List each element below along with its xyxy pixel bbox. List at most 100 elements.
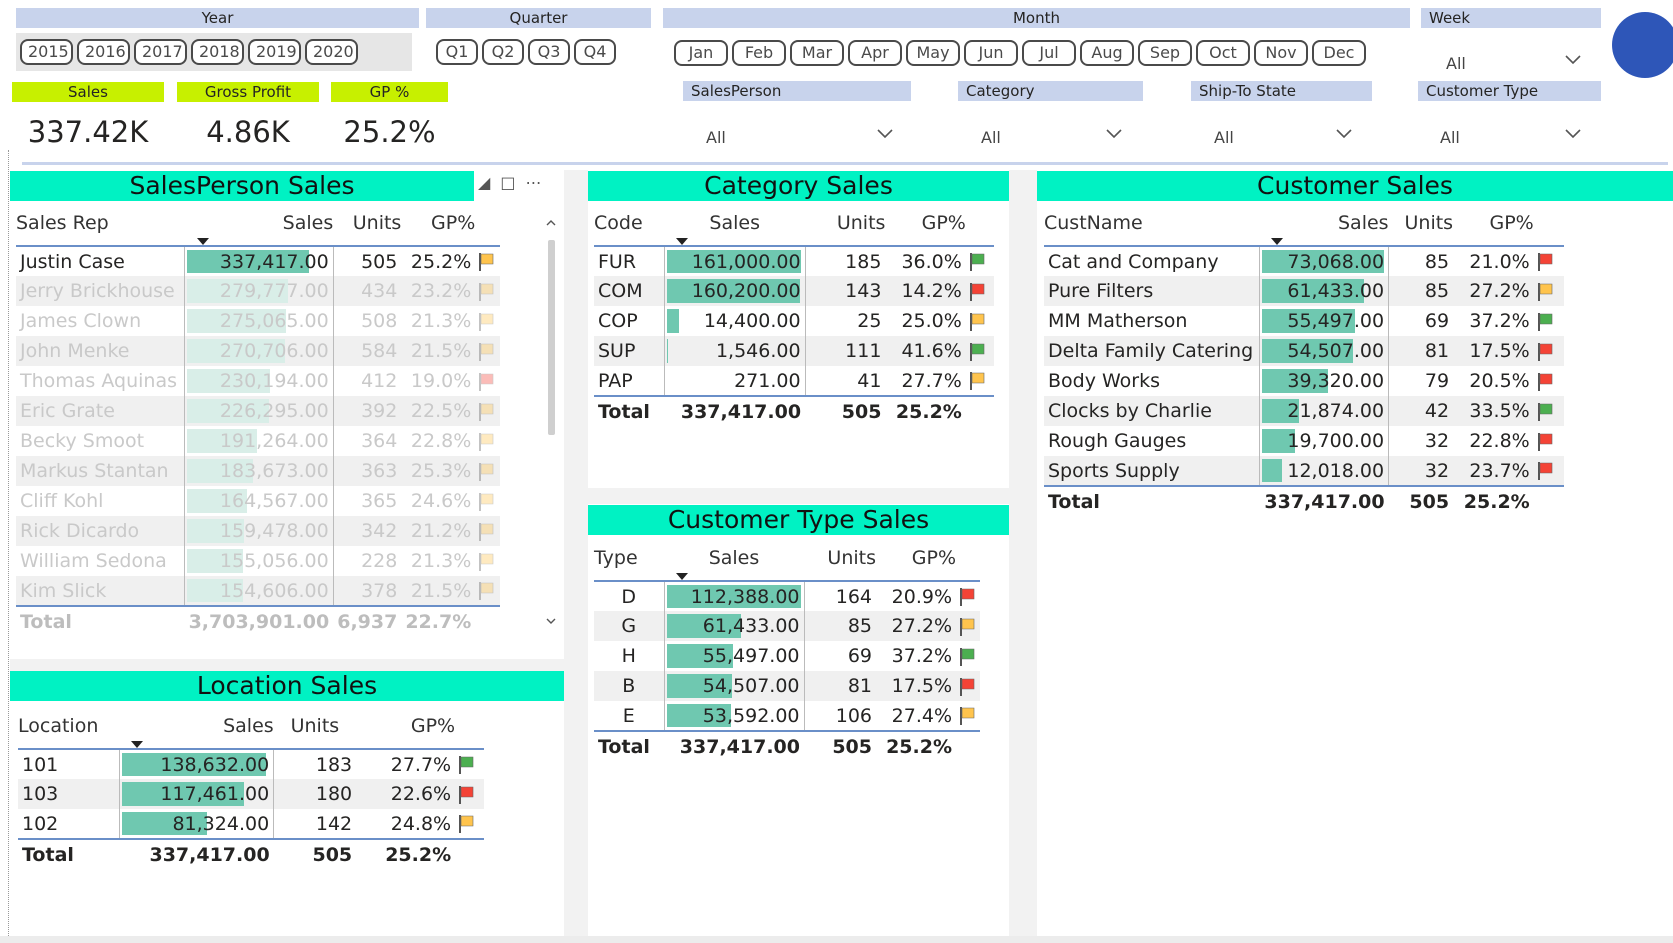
avatar[interactable] [1612,12,1673,78]
table-row[interactable]: Kim Slick 154,606.00 378 21.5% [16,576,500,606]
table-row[interactable]: Becky Smoot 191,264.00 364 22.8% [16,426,500,456]
table-row[interactable]: Cliff Kohl 164,567.00 365 24.6% [16,486,500,516]
table-row[interactable]: B 54,507.00 81 17.5% [594,671,980,701]
gp-flag [1533,456,1564,486]
column-header-units[interactable]: Units [805,206,886,246]
table-row[interactable]: Delta Family Catering 54,507.00 81 17.5% [1044,336,1564,366]
month-button-mar[interactable]: Mar [790,40,844,66]
column-header-gp-[interactable]: GP% [356,709,455,749]
scroll-down-icon[interactable] [544,614,558,628]
column-header-units[interactable]: Units [1389,206,1454,246]
column-header-sales[interactable]: Sales [664,206,805,246]
column-header-units[interactable]: Units [333,206,402,246]
month-button-may[interactable]: May [906,40,960,66]
quarter-button-q2[interactable]: Q2 [482,39,524,65]
column-header-gp-[interactable]: GP% [876,541,956,581]
year-button-2017[interactable]: 2017 [134,39,187,65]
sort-desc-icon[interactable] [131,741,144,748]
table-row[interactable]: MM Matherson 55,497.00 69 37.2% [1044,306,1564,336]
column-header-sales[interactable]: Sales [1259,206,1389,246]
column-header-sales[interactable]: Sales [119,709,274,749]
quarter-button-q4[interactable]: Q4 [574,39,616,65]
column-header-location[interactable]: Location [18,709,119,749]
table-row[interactable]: Clocks by Charlie 21,874.00 42 33.5% [1044,396,1564,426]
table-row[interactable]: COP 14,400.00 25 25.0% [594,306,994,336]
table-row[interactable]: G 61,433.00 85 27.2% [594,611,980,641]
table-row[interactable]: H 55,497.00 69 37.2% [594,641,980,671]
table-row[interactable]: Jerry Brickhouse 279,777.00 434 23.2% [16,276,500,306]
scrollbar-thumb[interactable] [548,240,555,435]
table-row[interactable]: Rick Dicardo 159,478.00 342 21.2% [16,516,500,546]
column-header-gp-[interactable]: GP% [1453,206,1533,246]
month-button-jul[interactable]: Jul [1022,40,1076,66]
table-row[interactable]: Sports Supply 12,018.00 32 23.7% [1044,456,1564,486]
month-button-jun[interactable]: Jun [964,40,1018,66]
month-button-apr[interactable]: Apr [848,40,902,66]
column-header-type[interactable]: Type [594,541,664,581]
yellow-flag-icon [459,815,474,833]
table-row[interactable]: Pure Filters 61,433.00 85 27.2% [1044,276,1564,306]
sort-desc-icon[interactable] [676,238,689,245]
sales-cell: 54,507.00 [1258,336,1390,366]
table-row[interactable]: Rough Gauges 19,700.00 32 22.8% [1044,426,1564,456]
table-row[interactable]: 103 117,461.00 180 22.6% [18,779,484,809]
month-button-dec[interactable]: Dec [1312,40,1366,66]
quarter-button-q3[interactable]: Q3 [528,39,570,65]
chevron-down-icon [1565,55,1581,65]
table-row[interactable]: James Clown 275,065.00 508 21.3% [16,306,500,336]
table-row[interactable]: E 53,592.00 106 27.4% [594,701,980,731]
column-header-units[interactable]: Units [804,541,876,581]
ship-to-state-dropdown[interactable]: All [1214,124,1353,152]
quarter-button-q1[interactable]: Q1 [436,39,478,65]
month-button-aug[interactable]: Aug [1080,40,1134,66]
gp-flag [1534,366,1564,396]
more-options-icon[interactable]: ⋯ [525,173,541,192]
filter-icon[interactable]: ◢ [478,173,490,192]
table-row[interactable]: Justin Case 337,417.00 505 25.2% [16,246,500,276]
month-button-oct[interactable]: Oct [1196,40,1250,66]
table-row[interactable]: FUR 161,000.00 185 36.0% [594,246,994,276]
year-button-2016[interactable]: 2016 [77,39,130,65]
customer-type-dropdown[interactable]: All [1440,124,1582,152]
table-row[interactable]: PAP 271.00 41 27.7% [594,366,994,396]
column-header-sales[interactable]: Sales [185,206,333,246]
focus-mode-icon[interactable]: □ [500,173,515,192]
sales-cell: 161,000.00 [663,246,806,276]
table-row[interactable]: SUP 1,546.00 111 41.6% [594,336,994,366]
table-row[interactable]: Body Works 39,320.00 79 20.5% [1044,366,1564,396]
month-button-jan[interactable]: Jan [674,40,728,66]
year-button-2019[interactable]: 2019 [248,39,301,65]
sort-desc-icon[interactable] [676,573,688,580]
table-row[interactable]: 101 138,632.00 183 27.7% [18,749,484,779]
yellow-flag-icon [479,312,494,331]
table-row[interactable]: 102 81,324.00 142 24.8% [18,809,484,839]
table-row[interactable]: Eric Grate 226,295.00 392 22.5% [16,396,500,426]
year-button-2015[interactable]: 2015 [20,39,73,65]
table-row[interactable]: Thomas Aquinas 230,194.00 412 19.0% [16,366,500,396]
scroll-up-icon[interactable] [544,216,558,230]
table-row[interactable]: Markus Stantan 183,673.00 363 25.3% [16,456,500,486]
column-header-units[interactable]: Units [274,709,356,749]
table-row[interactable]: D 112,388.00 164 20.9% [594,581,980,611]
column-header-gp-[interactable]: GP% [401,206,475,246]
salesperson-dropdown[interactable]: All [706,124,894,152]
month-button-feb[interactable]: Feb [732,40,786,66]
month-button-sep[interactable]: Sep [1138,40,1192,66]
table-row[interactable]: COM 160,200.00 143 14.2% [594,276,994,306]
column-header-sales[interactable]: Sales [664,541,804,581]
column-header-custname[interactable]: CustName [1044,206,1259,246]
year-button-2018[interactable]: 2018 [191,39,244,65]
sort-desc-icon[interactable] [1271,238,1284,245]
column-header-sales-rep[interactable]: Sales Rep [16,206,185,246]
sort-desc-icon[interactable] [196,238,209,245]
column-header-code[interactable]: Code [594,206,664,246]
month-button-nov[interactable]: Nov [1254,40,1308,66]
table-row[interactable]: Cat and Company 73,068.00 85 21.0% [1044,246,1564,276]
table-row[interactable]: William Sedona 155,056.00 228 21.3% [16,546,500,576]
year-button-2020[interactable]: 2020 [305,39,358,65]
week-dropdown[interactable]: All [1446,50,1582,78]
sales-cell: 154,606.00 [184,576,334,606]
category-dropdown[interactable]: All [981,124,1123,152]
column-header-gp-[interactable]: GP% [885,206,966,246]
table-row[interactable]: John Menke 270,706.00 584 21.5% [16,336,500,366]
